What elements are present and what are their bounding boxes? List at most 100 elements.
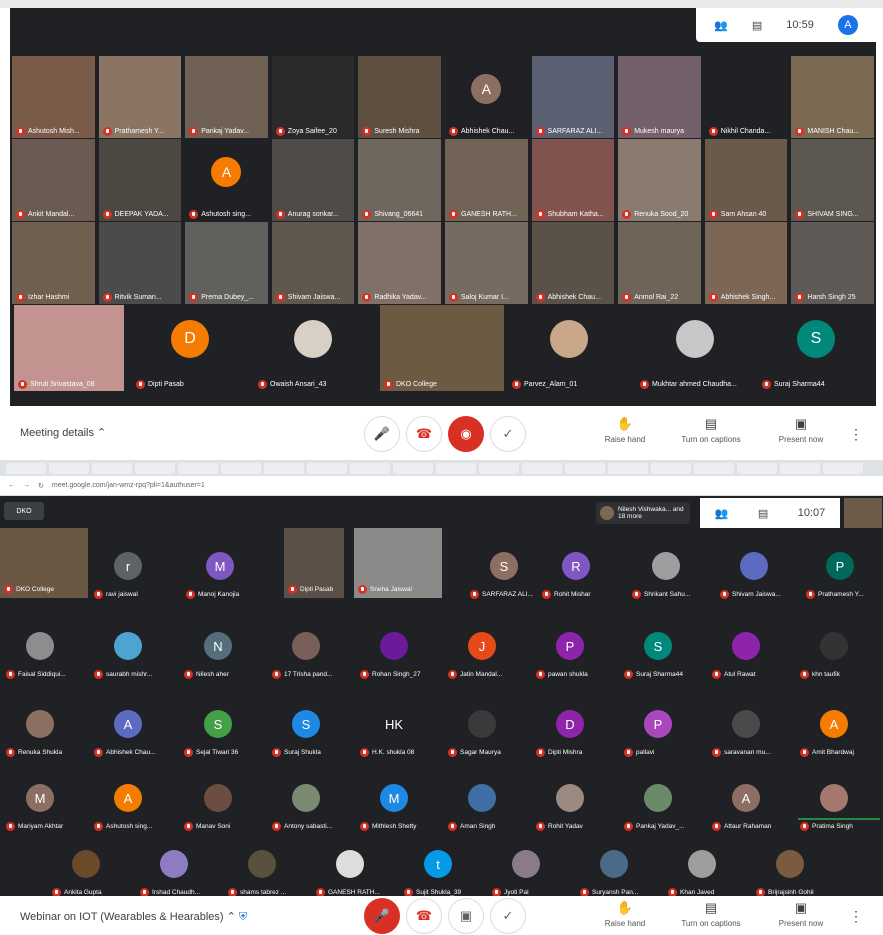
participant-tile[interactable]: Prathamesh Y... [98, 56, 182, 138]
captions-button[interactable]: ▤ Turn on captions [676, 900, 746, 928]
participant-tile[interactable]: M Mariyam Akhtar [6, 772, 74, 842]
participant-tile[interactable]: DEEPAK YADA... [98, 139, 182, 221]
browser-tab[interactable] [823, 462, 863, 474]
participant-tile[interactable]: Ppawan shukla [536, 620, 604, 690]
participant-tile[interactable]: Shivam Jaiswa... [271, 222, 355, 304]
browser-tab[interactable] [780, 462, 820, 474]
participant-tile[interactable]: Prerna Dubey_... [185, 222, 268, 304]
participant-tile[interactable]: S Suraj Sharma44 [624, 620, 692, 690]
participant-tile[interactable]: D Dipti Pasab [132, 305, 248, 391]
browser-tab[interactable] [221, 462, 261, 474]
participant-tile[interactable]: Zoya Saifee_20 [271, 56, 355, 138]
participant-tile[interactable]: Sagar Maurya [448, 698, 516, 768]
browser-tab[interactable] [393, 462, 433, 474]
participant-tile[interactable]: A Attaur Rahaman [712, 772, 780, 842]
people-icon[interactable]: 👥 [714, 19, 728, 32]
participant-tile[interactable]: M Manoj Kanojia [186, 540, 254, 610]
participant-tile[interactable]: Pankaj Yadav... [185, 56, 268, 138]
participant-tile[interactable]: HK H.K. shukla 08 [360, 698, 428, 768]
browser-tab[interactable] [307, 462, 347, 474]
participant-tile[interactable]: Saloj Kumar I... [445, 222, 528, 304]
leave-call-button[interactable]: ☎ [406, 416, 442, 452]
raise-hand-button[interactable]: ✋ Raise hand [590, 416, 660, 444]
participant-tile[interactable]: Harsh Singh 25 [791, 222, 874, 304]
browser-tab[interactable] [694, 462, 734, 474]
participant-tile[interactable]: A Abhishek Chau... [94, 698, 162, 768]
participant-tile[interactable]: Faisal Siddiqui... [6, 620, 74, 690]
participant-tile[interactable]: Parvez_Alam_01 [508, 305, 630, 391]
browser-tab[interactable] [178, 462, 218, 474]
browser-tab[interactable] [135, 462, 175, 474]
browser-tab[interactable] [436, 462, 476, 474]
mic-off-button[interactable]: 🎤 [364, 898, 400, 934]
participant-tile[interactable]: Pankaj Yadav_... [624, 772, 692, 842]
browser-tab[interactable] [651, 462, 691, 474]
participant-tile[interactable]: Atul Rawat [712, 620, 780, 690]
participant-tile[interactable]: A Amit Bhardwaj [800, 698, 868, 768]
participant-tile[interactable]: 17 Trisha pand... [272, 620, 340, 690]
participant-video-tile[interactable]: Sneha Jaiswal [354, 528, 442, 598]
present-button[interactable]: ▣ Present now [766, 416, 836, 444]
participant-video-tile[interactable]: Dipti Pasab [284, 528, 344, 598]
participant-tile[interactable]: Renuka Sood_20 [618, 139, 701, 221]
present-button[interactable]: ▣ Present now [766, 900, 836, 928]
participant-tile[interactable]: saurabh mishr... [94, 620, 162, 690]
browser-tab[interactable] [522, 462, 562, 474]
camera-button[interactable]: ▣ [448, 898, 484, 934]
browser-tab[interactable] [264, 462, 304, 474]
participant-tile[interactable]: Anurag sonkar... [271, 139, 355, 221]
browser-tab[interactable] [49, 462, 89, 474]
participant-tile[interactable]: Ppallavi [624, 698, 692, 768]
participant-tile[interactable]: MANISH Chau... [791, 56, 874, 138]
people-icon[interactable]: 👥 [715, 507, 729, 520]
participant-tile[interactable]: Shruti Srivastava_08 [14, 305, 124, 391]
participant-tile[interactable]: D Dipti Mishra [536, 698, 604, 768]
url-text[interactable]: meet.google.com/jan-wmz-rpq?pli=1&authus… [52, 482, 205, 489]
participant-tile[interactable]: S Suraj Shukla [272, 698, 340, 768]
participant-tile[interactable]: r ravi jaiswal [94, 540, 162, 610]
browser-tab[interactable] [6, 462, 46, 474]
participant-tile[interactable]: Renuka Shukla [6, 698, 74, 768]
check-button[interactable]: ✓ [490, 416, 526, 452]
participant-tile[interactable]: Shubham Katha... [531, 139, 615, 221]
participant-tile[interactable]: Pratima Singh [800, 772, 868, 842]
participant-tile[interactable]: Ashutosh Mish... [12, 56, 95, 138]
participant-tile[interactable]: Nikhil Chanda... [704, 56, 788, 138]
participant-tile[interactable]: Abhishek Singh... [704, 222, 788, 304]
participant-tile[interactable]: S SARFARAZ ALI... [470, 540, 538, 610]
participant-tile[interactable]: Mukesh maurya [618, 56, 701, 138]
participant-tile[interactable]: Radhika Yadav... [358, 222, 441, 304]
forward-icon[interactable]: → [23, 482, 30, 489]
participant-tile[interactable]: GANESH RATH... [445, 139, 528, 221]
meeting-details-button[interactable]: Meeting details ⌃ [20, 426, 106, 439]
participant-tile[interactable]: J Jatin Mandal... [448, 620, 516, 690]
participant-tile[interactable]: M Mithlesh Shetty [360, 772, 428, 842]
mic-button[interactable]: 🎤 [364, 416, 400, 452]
browser-tab[interactable] [565, 462, 605, 474]
raise-hand-button[interactable]: ✋ Raise hand [590, 900, 660, 928]
participant-tile[interactable]: Sam Ahsan 40 [704, 139, 788, 221]
participant-tile[interactable]: Aman Singh [448, 772, 516, 842]
participant-tile[interactable]: Rohan Singh_27 [360, 620, 428, 690]
participant-tile[interactable]: Abhishek Chau... [531, 222, 615, 304]
participant-tile[interactable]: SARFARAZ ALI... [531, 56, 615, 138]
participant-tile[interactable]: SHIVAM SING... [791, 139, 874, 221]
participant-tile[interactable]: S Sejal Tiwari 36 [184, 698, 252, 768]
participant-tile[interactable]: Izhar Hashmi [12, 222, 95, 304]
participant-tile[interactable]: Owaish Ansari_43 [254, 305, 372, 391]
participant-tile[interactable]: Mukhtar ahmed Chaudha... [636, 305, 754, 391]
participant-tile[interactable]: R Rohit Mishar [542, 540, 610, 610]
participant-tile[interactable]: Suresh Mishra [358, 56, 441, 138]
meeting-title-button[interactable]: Webinar on IOT (Wearables & Hearables) ⌃… [20, 910, 247, 924]
back-icon[interactable]: ← [8, 482, 15, 489]
more-options-icon[interactable]: ⋮ [849, 908, 863, 925]
more-options-icon[interactable]: ⋮ [849, 426, 863, 443]
participant-tile[interactable]: N Nilesh aher [184, 620, 252, 690]
participant-video-tile[interactable]: DKO College [0, 528, 88, 598]
participant-tile[interactable]: P Prathamesh Y... [806, 540, 874, 610]
browser-tab[interactable] [737, 462, 777, 474]
browser-tab[interactable] [479, 462, 519, 474]
browser-tab[interactable] [350, 462, 390, 474]
chat-icon[interactable]: ▤ [752, 19, 762, 32]
captions-button[interactable]: ▤ Turn on captions [676, 416, 746, 444]
